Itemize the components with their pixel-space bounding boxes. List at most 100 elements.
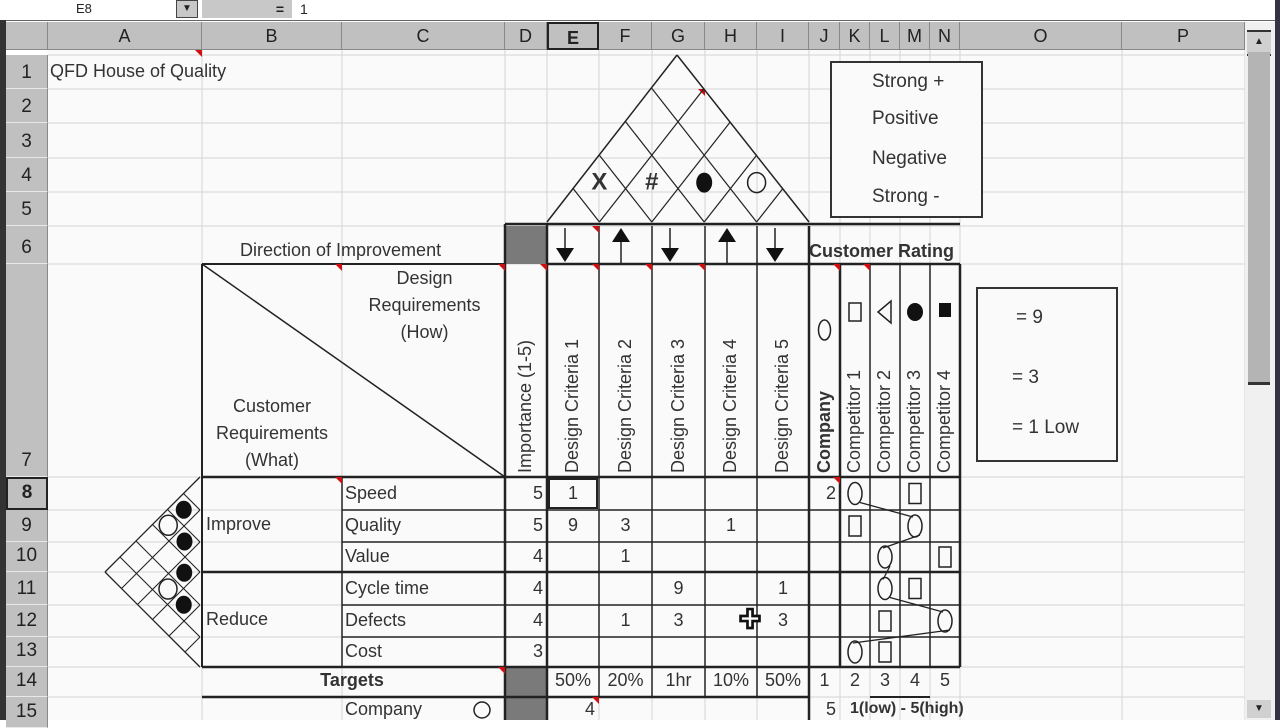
row15-j-value: 5: [825, 699, 836, 719]
competitor-2-header: Competitor 2: [874, 369, 894, 473]
legend-strong-minus: Strong -: [872, 186, 940, 207]
scroll-thumb[interactable]: [1248, 52, 1270, 385]
design-criteria-1-header: Design Criteria 1: [562, 338, 582, 473]
company-rating-value: 2: [825, 482, 836, 503]
row-header-4[interactable]: 4: [6, 158, 48, 192]
select-all-button[interactable]: [6, 22, 48, 50]
column-header-n[interactable]: N: [930, 22, 960, 50]
row15-e-value: 4: [584, 699, 595, 719]
relationship-value: 9: [567, 515, 578, 535]
column-header-m[interactable]: M: [900, 22, 930, 50]
column-header-l[interactable]: L: [870, 22, 900, 50]
importance-value: 4: [532, 546, 543, 566]
relationship-value: 3: [673, 610, 684, 630]
column-header-g[interactable]: G: [652, 22, 705, 50]
rating-scale-value: 3: [879, 670, 890, 690]
roof-legend: Strong + Positive Negative Strong -: [830, 61, 983, 218]
column-header-j[interactable]: J: [809, 22, 840, 50]
relationship-value: 1: [620, 546, 631, 566]
competitor-4-header: Competitor 4: [934, 369, 954, 473]
relationship-value: 1: [620, 610, 631, 630]
rating-scale-note: 1(low) - 5(high): [850, 700, 964, 717]
row-header-2[interactable]: 2: [6, 89, 48, 123]
row-header-3[interactable]: 3: [6, 123, 48, 158]
scroll-down-icon[interactable]: ▼: [1247, 700, 1271, 718]
requirement-name: Speed: [345, 482, 398, 503]
requirement-name: Value: [345, 546, 390, 566]
target-value: 50%: [554, 670, 592, 690]
formula-input[interactable]: 1: [300, 0, 308, 18]
relationship-value: 9: [673, 577, 684, 598]
row-header-12[interactable]: 12: [6, 605, 48, 637]
company-header: Company: [813, 390, 834, 473]
rating-scale-value: 4: [909, 670, 920, 690]
design-criteria-2-header: Design Criteria 2: [614, 338, 635, 473]
column-header-k[interactable]: K: [840, 22, 870, 50]
relationship-value: 1: [567, 482, 578, 503]
competitor-1-header: Competitor 1: [844, 369, 864, 473]
row-header-10[interactable]: 10: [6, 542, 48, 572]
column-header-e[interactable]: E: [547, 22, 599, 50]
group-label: Improve: [206, 513, 272, 534]
legend-one-low: = 1 Low: [1012, 417, 1080, 438]
row-header-9[interactable]: 9: [6, 510, 48, 542]
direction-label: Direction of Improvement: [240, 240, 442, 260]
row-header-7[interactable]: 7: [6, 264, 48, 477]
legend-negative: Negative: [872, 148, 947, 169]
customer-requirements-header: Customer: [232, 396, 312, 416]
column-header-d[interactable]: D: [505, 22, 547, 50]
importance-header: Importance (1-5): [515, 339, 535, 473]
legend-nine: = 9: [1016, 307, 1043, 328]
column-header-f[interactable]: F: [599, 22, 652, 50]
legend-strong-plus: Strong +: [872, 71, 945, 92]
column-header-o[interactable]: O: [960, 22, 1122, 50]
name-box[interactable]: E8: [8, 0, 176, 18]
column-header-h[interactable]: H: [705, 22, 757, 50]
vertical-scrollbar[interactable]: ▲ ▼: [1245, 22, 1275, 720]
customer-rating-label: Customer Rating: [809, 241, 955, 261]
design-criteria-5-header: Design Criteria 5: [772, 338, 792, 473]
relationship-value: 3: [777, 610, 788, 630]
design-criteria-3-header: Design Criteria 3: [667, 338, 688, 473]
rating-scale-value: 1: [819, 670, 830, 690]
column-header-i[interactable]: I: [757, 22, 809, 50]
requirement-name: Defects: [345, 610, 407, 630]
column-header-c[interactable]: C: [342, 22, 505, 50]
design-requirements-header: (How): [400, 322, 449, 342]
target-value: 10%: [712, 670, 750, 690]
row-header-13[interactable]: 13: [6, 637, 48, 667]
row-header-1[interactable]: 1: [6, 55, 48, 89]
relationship-legend: = 9 = 3 = 1 Low: [976, 287, 1118, 462]
column-header-b[interactable]: B: [202, 22, 342, 50]
importance-value: 3: [532, 641, 543, 661]
target-value: 20%: [607, 670, 644, 690]
importance-value: 4: [532, 577, 543, 598]
column-header-p[interactable]: P: [1122, 22, 1245, 50]
sheet-title: QFD House of Quality: [50, 61, 227, 81]
target-value: 50%: [764, 670, 802, 690]
name-box-dropdown-icon[interactable]: ▼: [176, 0, 198, 18]
row-header-6[interactable]: 6: [6, 226, 48, 264]
formula-equals: =: [202, 0, 292, 18]
legend-positive: Positive: [872, 108, 939, 129]
row-header-5[interactable]: 5: [6, 192, 48, 226]
window-frame-right: [1275, 0, 1280, 720]
requirement-name: Cost: [345, 641, 383, 661]
rating-scale-value: 5: [939, 670, 950, 690]
relationship-value: 1: [725, 515, 736, 535]
formula-bar: E8 ▼ = 1: [0, 0, 1280, 21]
relationship-value: 1: [777, 577, 788, 598]
group-label: Reduce: [206, 608, 269, 629]
row-header-15[interactable]: 15: [6, 697, 48, 728]
row-header-8[interactable]: 8: [6, 477, 48, 510]
row-header-14[interactable]: 14: [6, 667, 48, 697]
design-requirements-header: Requirements: [368, 295, 481, 315]
column-header-a[interactable]: A: [48, 22, 202, 50]
requirement-name: Quality: [345, 515, 402, 535]
relationship-value: 3: [620, 515, 631, 535]
importance-value: 5: [532, 482, 543, 503]
importance-value: 4: [532, 610, 543, 630]
design-criteria-4-header: Design Criteria 4: [720, 338, 740, 473]
row-header-11[interactable]: 11: [6, 572, 48, 605]
rating-scale-value: 2: [849, 670, 860, 690]
